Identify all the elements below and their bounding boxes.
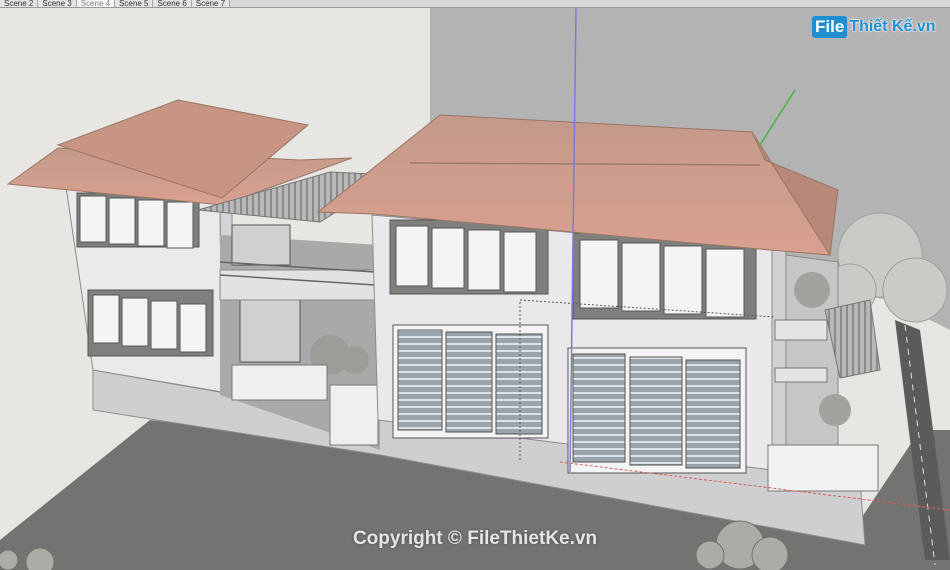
main-upper-window-left <box>389 219 549 295</box>
main-lower-louver-left <box>392 324 549 439</box>
scene-tab-5[interactable]: Scene 5 <box>115 0 154 7</box>
scene-tab-6[interactable]: Scene 6 <box>153 0 192 7</box>
main-lower-louver-right <box>567 347 747 474</box>
scene-tab-4[interactable]: Scene 4 <box>76 0 116 7</box>
site-logo: File Thiết Kế.vn <box>812 14 936 40</box>
logo-file-badge: File <box>812 16 848 38</box>
left-lower-window <box>87 289 214 357</box>
main-block-side <box>771 247 787 476</box>
logo-brand-text: Thiết Kế.vn <box>849 18 936 35</box>
scene-tabs-bar: Scene 2 Scene 3 Scene 4 Scene 5 Scene 6 … <box>0 0 950 8</box>
scene-tab-3[interactable]: Scene 3 <box>38 0 77 7</box>
middle-balcony-slab <box>219 269 381 301</box>
scene-tab-2[interactable]: Scene 2 <box>0 0 39 7</box>
copyright-watermark: Copyright © FileThietKe.vn <box>352 528 598 549</box>
scene-tab-7[interactable]: Scene 7 <box>191 0 231 7</box>
model-viewport[interactable] <box>0 8 950 570</box>
